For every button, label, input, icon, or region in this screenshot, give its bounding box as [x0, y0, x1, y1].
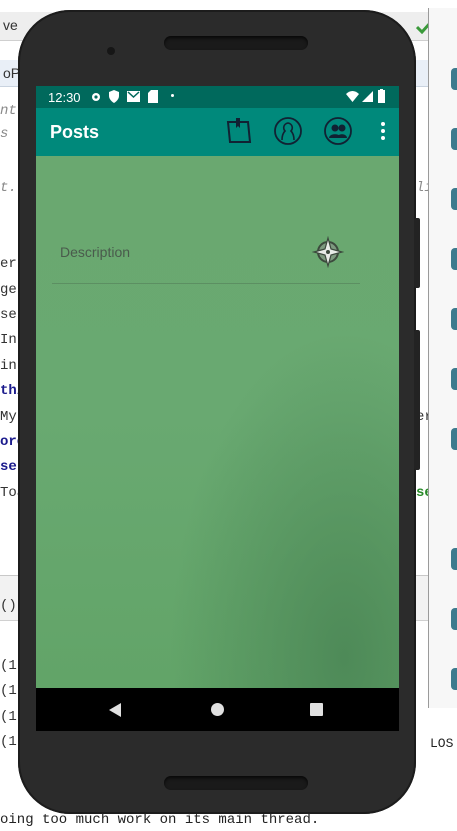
log-message: oing too much work on its main thread.: [0, 812, 320, 828]
panel-fragment: (): [0, 598, 17, 614]
code-line-2: s: [0, 126, 9, 142]
toolbar-icon[interactable]: [451, 68, 457, 90]
status-bar: 12:30: [36, 86, 399, 108]
code-line-12: se: [0, 459, 17, 475]
toolbar-icon[interactable]: [451, 608, 457, 630]
ide-emulator-toolbar: [428, 8, 457, 708]
log-line-1: (1: [0, 658, 17, 674]
toolbar-icon[interactable]: [451, 128, 457, 150]
log-line-3: (1: [0, 709, 17, 725]
code-line-1: nt: [0, 103, 17, 119]
shield-icon: [109, 90, 119, 103]
wifi-icon: [346, 91, 359, 102]
log-line-4: (1: [0, 734, 17, 750]
top-speaker: [164, 36, 308, 50]
code-line-10: My: [0, 409, 17, 425]
sdcard-icon: [148, 90, 158, 103]
right-log-fragment: LOS: [430, 736, 454, 751]
app-bar: Posts: [36, 108, 399, 156]
toolbar-icon[interactable]: [451, 248, 457, 270]
status-time: 12:30: [48, 90, 81, 105]
toolbar-icon[interactable]: [451, 428, 457, 450]
location-icon[interactable]: [312, 236, 344, 268]
recents-icon[interactable]: [310, 703, 323, 716]
users-icon[interactable]: [323, 116, 353, 146]
overflow-menu-icon[interactable]: [381, 122, 385, 143]
toolbar-icon[interactable]: [451, 188, 457, 210]
navigation-bar: [36, 688, 399, 731]
ide-tab-fragment[interactable]: ve: [3, 17, 18, 33]
phone-screen: 12:30 Posts Description: [36, 86, 399, 688]
code-line-6: se: [0, 307, 17, 323]
code-line-4: er: [0, 256, 17, 272]
app-title: Posts: [50, 122, 100, 142]
code-line-5: ge: [0, 282, 17, 298]
settings-icon: [92, 93, 100, 101]
home-icon[interactable]: [211, 703, 224, 716]
notification-dot-icon: [171, 94, 174, 97]
back-icon[interactable]: [109, 703, 121, 717]
toolbar-icon[interactable]: [451, 368, 457, 390]
toolbar-icon[interactable]: [451, 668, 457, 690]
volume-button[interactable]: [414, 330, 420, 470]
battery-icon: [378, 89, 385, 103]
front-camera: [107, 47, 115, 55]
power-button[interactable]: [414, 218, 420, 288]
signal-icon: [362, 91, 373, 102]
profile-icon[interactable]: [273, 116, 303, 146]
notes-icon[interactable]: [224, 116, 254, 146]
description-field[interactable]: Description: [60, 244, 130, 260]
mail-icon: [127, 91, 140, 102]
toolbar-icon[interactable]: [451, 308, 457, 330]
description-underline: [52, 283, 360, 284]
log-line-2: (1: [0, 683, 17, 699]
toolbar-icon[interactable]: [451, 548, 457, 570]
bottom-speaker: [164, 776, 308, 790]
